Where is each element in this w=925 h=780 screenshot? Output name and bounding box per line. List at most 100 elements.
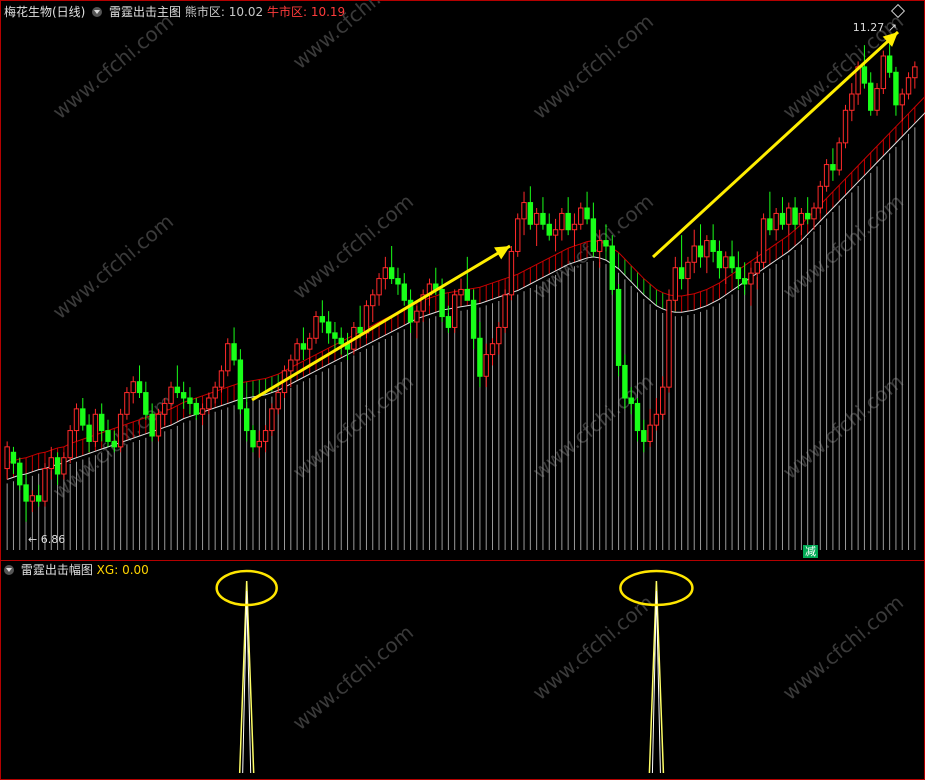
candle-body (162, 402, 168, 415)
candle (508, 246, 515, 301)
candle (584, 191, 590, 225)
candle-body (647, 424, 653, 442)
candle-body (798, 212, 805, 225)
candle-body (571, 223, 578, 231)
candle-body (565, 212, 571, 231)
candle-body (767, 218, 773, 231)
candle (779, 197, 786, 230)
candle (130, 376, 136, 404)
candle-body (559, 212, 565, 231)
candle (288, 354, 294, 388)
sub-chart[interactable]: www.cfchi.com www.cfchi.com www.cfchi.com (0, 561, 925, 779)
candle-body (735, 267, 742, 280)
candle-body (193, 402, 199, 415)
candle (672, 256, 679, 312)
candle-body (174, 386, 181, 394)
candle-body (760, 218, 767, 263)
candle-body (206, 397, 212, 410)
candle (641, 419, 647, 453)
candle-body (124, 392, 130, 415)
candle (388, 246, 395, 284)
candle-body (395, 278, 401, 285)
candle-body (773, 212, 779, 231)
main-chart[interactable]: www.cfchi.com www.cfchi.com www.cfchi.com w… (0, 0, 925, 560)
candle-body (868, 82, 874, 111)
candle (678, 235, 685, 290)
low-price-value: 6.86 (40, 533, 66, 546)
candle (48, 446, 54, 480)
candle-body (804, 212, 811, 220)
candle-body (508, 250, 515, 296)
candle-body (622, 364, 628, 399)
candle-body (180, 392, 187, 399)
candle-body (35, 495, 42, 502)
candle-body (880, 55, 887, 90)
candle-body (723, 256, 729, 269)
candle (477, 322, 483, 388)
candle (300, 327, 307, 360)
candle (912, 61, 918, 89)
candle (874, 83, 880, 116)
candle (615, 284, 622, 377)
candle (565, 197, 571, 236)
candle-body (729, 256, 735, 269)
candle (80, 398, 86, 431)
candle-body (603, 240, 609, 247)
candle-body (48, 457, 54, 470)
candle (868, 72, 874, 116)
candle (496, 322, 502, 355)
high-arrow-icon: ↗ (887, 21, 897, 34)
candle-body (42, 468, 48, 502)
candle-body (886, 55, 893, 73)
candle-body (225, 343, 231, 372)
candle (515, 213, 521, 257)
candle (660, 376, 666, 420)
candle (206, 392, 212, 415)
candle-body (477, 337, 483, 377)
candle-body (17, 462, 23, 486)
candle-body (256, 440, 262, 448)
candle (313, 311, 319, 344)
candle (527, 186, 534, 230)
watermark-text: www.cfchi.com (48, 9, 178, 124)
candle-body (67, 430, 73, 459)
candle (193, 398, 199, 420)
candle-body (710, 240, 716, 252)
candle-body (849, 93, 855, 111)
candle (445, 305, 452, 333)
candle (231, 327, 237, 366)
candle (830, 148, 836, 181)
candle (370, 289, 376, 322)
candle-body (615, 288, 622, 366)
candle (647, 408, 653, 447)
candle-body (464, 288, 471, 301)
candle-body (86, 424, 92, 442)
candle (294, 338, 300, 366)
candle-body (861, 66, 868, 84)
candle (143, 381, 149, 420)
candle (136, 365, 143, 398)
candle-body (307, 337, 313, 350)
candle-body (697, 245, 704, 258)
candle (735, 251, 742, 290)
candle (880, 50, 887, 94)
candle-body (168, 386, 174, 404)
candle-body (641, 430, 647, 442)
candle-body (792, 207, 798, 225)
candle (225, 338, 231, 377)
candle-body (502, 294, 508, 328)
candle-body (212, 386, 218, 399)
candle (899, 88, 905, 122)
candle (395, 267, 401, 295)
candle-body (811, 207, 817, 220)
candle-body (748, 272, 754, 285)
candle-body (357, 326, 363, 334)
candle (704, 235, 710, 274)
candle (42, 463, 48, 507)
candle (67, 425, 73, 464)
candle (319, 300, 326, 333)
candle (262, 425, 269, 453)
candle-body (29, 495, 36, 502)
candle (760, 213, 767, 268)
candle (590, 202, 597, 257)
